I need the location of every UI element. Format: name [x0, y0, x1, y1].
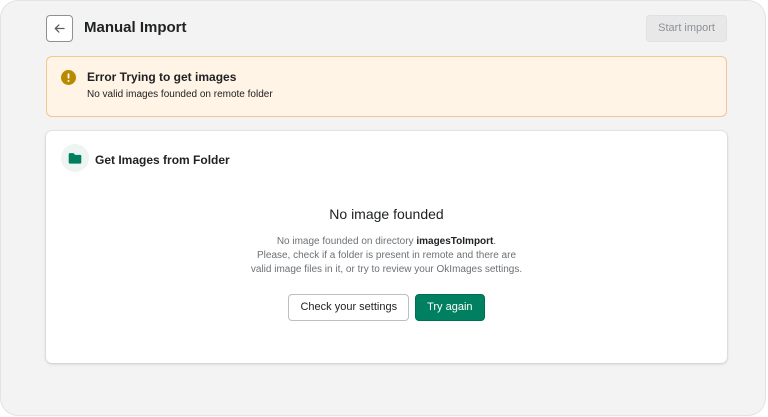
app-frame: Manual Import Start import Error Trying …: [0, 0, 766, 416]
start-import-button[interactable]: Start import: [646, 15, 727, 42]
banner-description: No valid images founded on remote folder: [87, 89, 273, 100]
page-header: Manual Import Start import: [46, 15, 727, 42]
error-banner: Error Trying to get images No valid imag…: [46, 56, 727, 117]
page-title: Manual Import: [84, 19, 187, 36]
description-line-1: No image founded on directory imagesToIm…: [276, 236, 497, 247]
folder-card: Get Images from Folder No image founded …: [46, 131, 727, 363]
arrow-left-icon: [54, 24, 65, 33]
description-line-3: valid image files in it, or try to revie…: [250, 264, 523, 275]
check-settings-button[interactable]: Check your settings: [288, 294, 410, 321]
banner-title: Error Trying to get images: [87, 70, 237, 84]
empty-state-title: No image founded: [329, 206, 444, 222]
warning-circle-icon: [61, 70, 76, 85]
card-icon-badge: [61, 144, 89, 172]
back-button[interactable]: [46, 15, 73, 42]
description-line-2: Please, check if a folder is present in …: [256, 250, 517, 261]
directory-name: imagesToImport: [416, 236, 494, 247]
card-title: Get Images from Folder: [95, 153, 230, 167]
folder-icon: [68, 153, 82, 164]
empty-state-description: No image founded on directory imagesToIm…: [46, 235, 727, 277]
try-again-button[interactable]: Try again: [415, 294, 485, 321]
empty-state-actions: Check your settings Try again: [46, 294, 727, 321]
